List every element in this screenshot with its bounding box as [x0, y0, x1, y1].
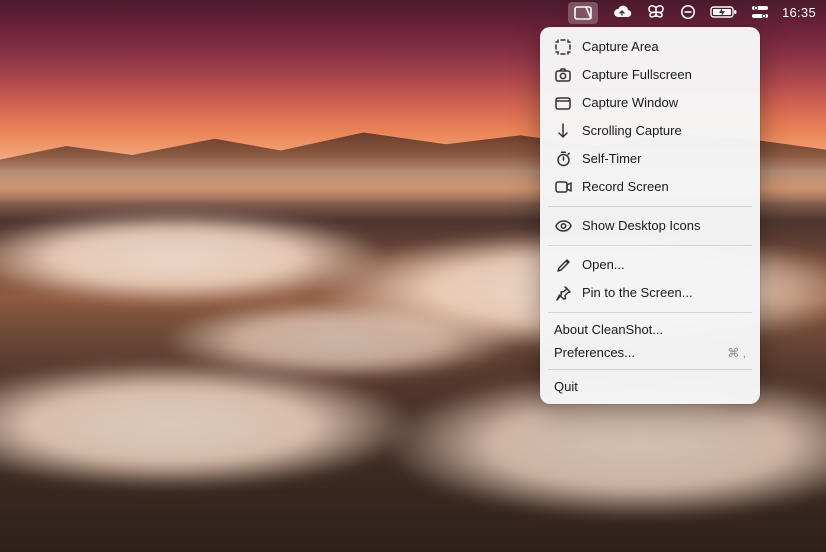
menu-pin-to-screen[interactable]: Pin to the Screen...	[540, 279, 760, 307]
menu-item-label: Self-Timer	[582, 150, 641, 168]
menu-about-cleanshot[interactable]: About CleanShot...	[540, 318, 760, 341]
menu-capture-area[interactable]: Capture Area	[540, 33, 760, 61]
menu-item-label: Capture Area	[582, 38, 659, 56]
pin-icon	[554, 286, 572, 301]
timer-icon	[554, 151, 572, 167]
menu-capture-fullscreen[interactable]: Capture Fullscreen	[540, 61, 760, 89]
keyboard-shortcut: ⌘ ,	[727, 346, 746, 360]
menu-item-label: Preferences...	[554, 345, 635, 360]
scroll-down-icon	[554, 123, 572, 139]
menu-scrolling-capture[interactable]: Scrolling Capture	[540, 117, 760, 145]
cloud-upload-icon[interactable]	[612, 0, 632, 24]
menu-item-label: Open...	[582, 256, 625, 274]
menu-item-label: Show Desktop Icons	[582, 217, 701, 235]
battery-charging-icon[interactable]	[710, 0, 738, 24]
cleanshot-dropdown-menu: Capture Area Capture Fullscreen Capture …	[540, 27, 760, 404]
video-icon	[554, 181, 572, 193]
menu-show-desktop-icons[interactable]: Show Desktop Icons	[540, 212, 760, 240]
menu-item-label: Capture Fullscreen	[582, 66, 692, 84]
control-center-icon[interactable]	[752, 0, 768, 24]
menu-item-label: Capture Window	[582, 94, 678, 112]
cloud-layer	[0, 360, 420, 490]
menubar-cleanshot-icon[interactable]	[568, 2, 598, 24]
eye-icon	[554, 220, 572, 232]
menu-record-screen[interactable]: Record Screen	[540, 173, 760, 201]
menu-capture-window[interactable]: Capture Window	[540, 89, 760, 117]
menu-item-label: Scrolling Capture	[582, 122, 682, 140]
menu-item-label: Record Screen	[582, 178, 669, 196]
desktop-wallpaper: 16:35 Capture Area Capture Fullscreen Ca…	[0, 0, 826, 552]
butterfly-icon[interactable]	[646, 0, 666, 24]
menu-item-label: Pin to the Screen...	[582, 284, 693, 302]
menu-item-label: Quit	[554, 379, 578, 394]
camera-icon	[554, 68, 572, 82]
menu-open[interactable]: Open...	[540, 251, 760, 279]
menu-quit[interactable]: Quit	[540, 375, 760, 398]
window-icon	[554, 97, 572, 110]
pencil-icon	[554, 258, 572, 273]
menu-separator	[548, 206, 752, 207]
menu-self-timer[interactable]: Self-Timer	[540, 145, 760, 173]
do-not-disturb-icon[interactable]	[680, 0, 696, 24]
menu-separator	[548, 312, 752, 313]
menu-separator	[548, 245, 752, 246]
menubar: 16:35	[0, 0, 826, 24]
menu-item-label: About CleanShot...	[554, 322, 663, 337]
menu-separator	[548, 369, 752, 370]
menu-preferences[interactable]: Preferences... ⌘ ,	[540, 341, 760, 364]
menubar-clock[interactable]: 16:35	[782, 0, 816, 24]
crop-icon	[554, 39, 572, 55]
